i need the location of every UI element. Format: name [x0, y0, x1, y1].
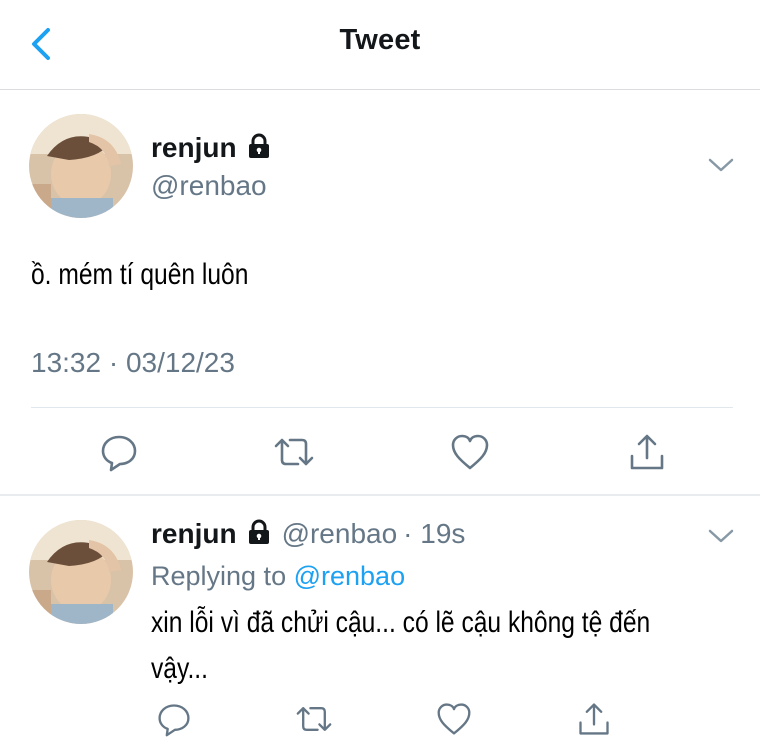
share-icon — [579, 703, 609, 735]
section-separator — [0, 494, 760, 496]
reply-time: · 19s — [403, 518, 466, 549]
reply-reply-button[interactable] — [152, 697, 196, 741]
reply-share-button[interactable] — [572, 697, 616, 741]
reply-retweet-button[interactable] — [292, 697, 336, 741]
retweet-icon — [296, 707, 332, 731]
tweet-menu-button[interactable] — [706, 155, 736, 175]
avatar-photo — [29, 520, 133, 624]
share-button[interactable] — [625, 430, 669, 474]
reply-text: xin lỗi vì đã chửi cậu... có lẽ cậu khôn… — [151, 606, 651, 685]
reply-like-button[interactable] — [432, 697, 476, 741]
display-name[interactable]: renjun — [151, 132, 272, 166]
reply-icon — [158, 704, 190, 737]
reply-menu-button[interactable] — [706, 526, 736, 546]
user-handle[interactable]: @renbao — [151, 170, 267, 202]
chevron-down-icon — [708, 529, 734, 543]
chevron-down-icon — [708, 158, 734, 172]
reply-display-name: renjun — [151, 518, 237, 549]
divider — [31, 407, 733, 408]
replying-to: Replying to @renbao — [151, 561, 406, 591]
reply-header[interactable]: renjun @renbao · 19s — [151, 518, 465, 552]
like-icon — [437, 703, 471, 735]
tweet-timestamp[interactable]: 13:32 · 03/12/23 — [31, 347, 235, 379]
like-button[interactable] — [448, 430, 492, 474]
reply-handle: @renbao — [281, 518, 398, 549]
lock-icon — [246, 133, 272, 166]
reply-icon — [101, 435, 137, 472]
reply-avatar[interactable] — [29, 520, 133, 624]
top-bar: Tweet — [0, 0, 760, 90]
avatar-photo — [29, 114, 133, 218]
retweet-button[interactable] — [272, 430, 316, 474]
share-icon — [630, 434, 664, 470]
lock-icon — [246, 519, 272, 552]
retweet-icon — [274, 438, 314, 466]
tweet-text: ồ. mém tí quên luôn — [31, 258, 249, 291]
page-title: Tweet — [339, 24, 421, 56]
avatar[interactable] — [29, 114, 133, 218]
reply-button[interactable] — [97, 430, 141, 474]
mention-link[interactable]: @renbao — [294, 561, 405, 591]
like-icon — [451, 434, 489, 470]
